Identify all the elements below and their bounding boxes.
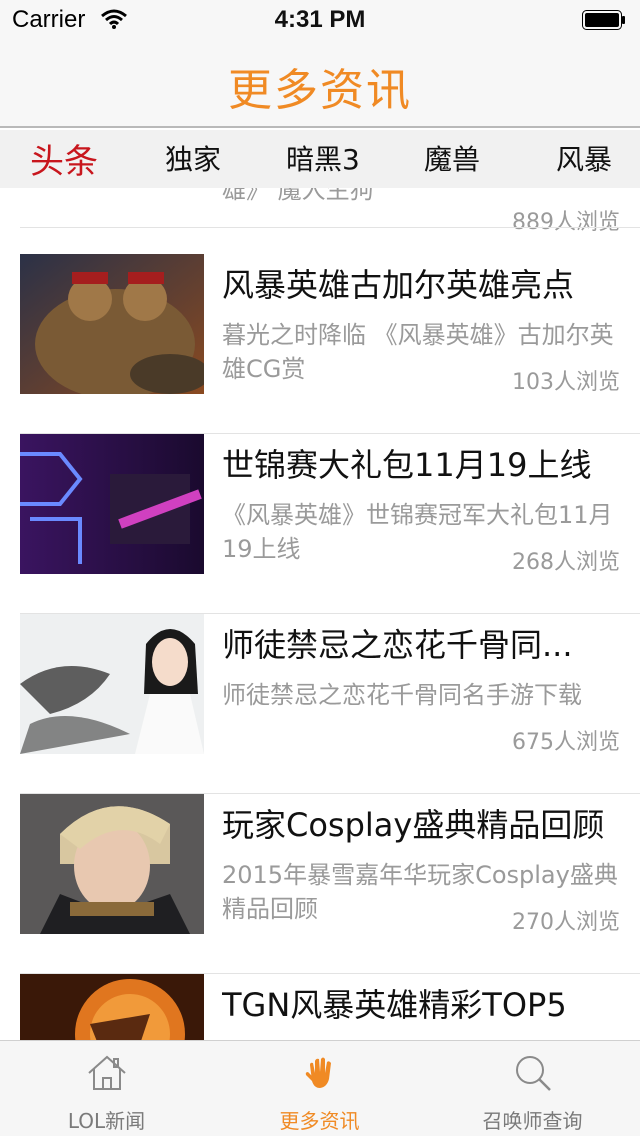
news-item[interactable]: TGN风暴英雄精彩TOP5 [0, 974, 640, 1040]
nav-bar: 更多资讯 [0, 40, 640, 128]
news-title: 风暴英雄古加尔英雄亮点 [222, 266, 575, 304]
news-title: 世锦赛大礼包11月19上线 [222, 446, 592, 484]
news-description: 雄》 魔人生狗 [222, 188, 374, 202]
tab-more-news[interactable]: 更多资讯 [213, 1041, 426, 1136]
category-tab-storm[interactable]: 风暴 [556, 138, 612, 178]
news-view-count: 675人浏览 [512, 730, 620, 755]
news-list[interactable]: 雄》 魔人生狗 889人浏览 风暴英雄古加尔英雄亮点 暮光之时降临 《风暴英雄》… [0, 188, 640, 1040]
tab-bar: LOL新闻 更多资讯 召唤师查询 [0, 1040, 640, 1136]
tab-label: 更多资讯 [279, 1109, 360, 1133]
tab-label: 召唤师查询 [482, 1109, 583, 1133]
news-title: TGN风暴英雄精彩TOP5 [222, 986, 567, 1024]
page-title: 更多资讯 [228, 65, 412, 116]
news-thumbnail [20, 794, 204, 934]
category-tab-diablo3[interactable]: 暗黑3 [286, 138, 360, 178]
news-thumbnail [20, 434, 204, 574]
news-item[interactable]: 师徒禁忌之恋花千骨同... 师徒禁忌之恋花千骨同名手游下载 675人浏览 [0, 614, 640, 794]
news-view-count: 103人浏览 [512, 370, 620, 395]
clock: 4:31 PM [274, 6, 366, 33]
news-item[interactable]: 玩家Cosplay盛典精品回顾 2015年暴雪嘉年华玩家Cosplay盛典精品回… [0, 794, 640, 974]
hand-icon [305, 1057, 331, 1088]
news-view-count: 268人浏览 [512, 550, 620, 575]
category-tab-warcraft[interactable]: 魔兽 [424, 138, 480, 178]
news-item[interactable]: 世锦赛大礼包11月19上线 《风暴英雄》世锦赛冠军大礼包11月19上线 268人… [0, 434, 640, 614]
search-icon [515, 1056, 551, 1091]
home-icon [87, 1055, 126, 1090]
news-view-count: 889人浏览 [512, 210, 620, 235]
news-item[interactable]: 风暴英雄古加尔英雄亮点 暮光之时降临 《风暴英雄》古加尔英雄CG赏 103人浏览 [0, 254, 640, 434]
category-tab-headlines[interactable]: 头条 [30, 134, 98, 183]
news-thumbnail [20, 614, 204, 754]
tab-label: LOL新闻 [67, 1109, 146, 1133]
category-tab-exclusive[interactable]: 独家 [165, 138, 221, 178]
battery-icon [582, 10, 625, 30]
category-tabs[interactable]: 头条 独家 暗黑3 魔兽 风暴 [0, 130, 640, 188]
tab-summoner-search[interactable]: 召唤师查询 [426, 1041, 639, 1136]
news-thumbnail [20, 974, 204, 1040]
divider [20, 227, 640, 228]
news-view-count: 270人浏览 [512, 910, 620, 935]
news-title: 师徒禁忌之恋花千骨同... [222, 626, 573, 664]
status-bar: Carrier 4:31 PM [0, 0, 640, 40]
tab-lol-news[interactable]: LOL新闻 [0, 1041, 213, 1136]
news-item[interactable]: 雄》 魔人生狗 889人浏览 [0, 188, 640, 235]
news-title: 玩家Cosplay盛典精品回顾 [222, 806, 605, 844]
news-thumbnail [20, 254, 204, 394]
